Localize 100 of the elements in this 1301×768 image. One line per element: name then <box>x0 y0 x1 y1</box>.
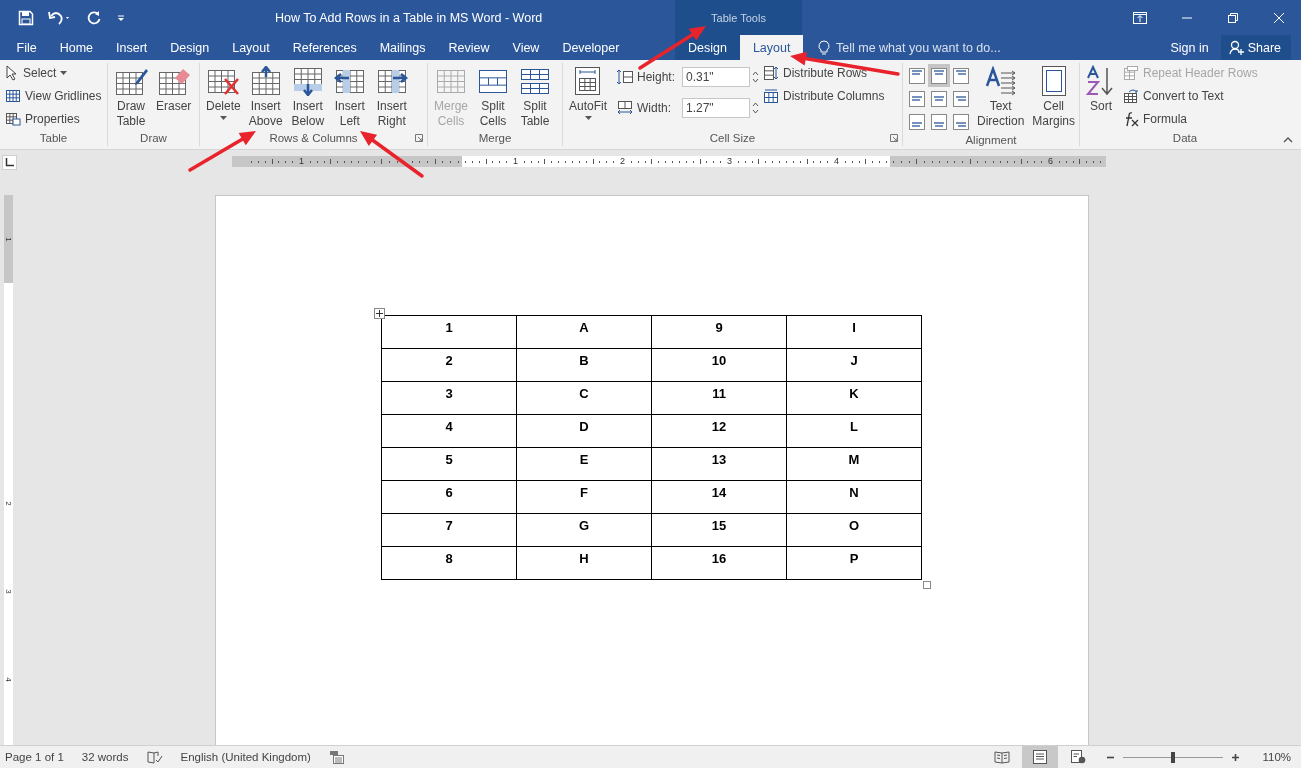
print-layout-button[interactable] <box>1022 746 1059 768</box>
spin-arrows-icon[interactable] <box>752 70 759 84</box>
align-icon <box>931 113 947 130</box>
proofing-icon[interactable] <box>146 750 163 764</box>
macro-icon[interactable] <box>328 750 344 764</box>
ribbon-button[interactable]: Distribute Columns <box>761 86 887 106</box>
table-resize-handle[interactable] <box>923 581 931 589</box>
save-icon[interactable] <box>18 9 34 26</box>
redo-icon[interactable] <box>86 9 102 26</box>
formula-icon <box>1123 111 1139 127</box>
language-status[interactable]: English (United Kingdom) <box>180 751 311 763</box>
ribbon-button[interactable]: Eraser <box>153 63 195 115</box>
ribbon-button[interactable]: Delete <box>203 63 244 121</box>
ruler-number: 6 <box>1047 157 1053 166</box>
ribbon-button[interactable]: Cell Margins <box>1029 63 1079 130</box>
table-cell: 15 <box>651 513 787 547</box>
ribbon-button[interactable]: Insert Above <box>245 63 286 130</box>
ribbon-button[interactable]: Split Cells <box>473 63 513 130</box>
distribute-rows-icon <box>763 65 779 81</box>
ribbon-tab[interactable]: Design <box>675 35 740 60</box>
table-cell: J <box>786 348 922 382</box>
ribbon-button[interactable]: Convert to Text <box>1121 86 1260 106</box>
cursor-icon <box>5 65 19 81</box>
align-icon <box>909 90 925 107</box>
zoom-in-icon[interactable] <box>1231 752 1241 762</box>
page-count[interactable]: Page 1 of 1 <box>5 751 64 763</box>
table-cell: B <box>516 348 652 382</box>
ribbon-button[interactable]: Distribute Rows <box>761 63 887 83</box>
ribbon-tab[interactable]: Mailings <box>368 35 437 60</box>
ruler-number: 4 <box>833 157 839 166</box>
table-cell: 11 <box>651 381 787 415</box>
ribbon-button[interactable]: Properties <box>3 109 104 129</box>
ribbon-tab[interactable]: Layout <box>220 35 282 60</box>
field-label: Height: <box>637 70 677 84</box>
column-width-icon <box>616 99 634 117</box>
convert-icon <box>1123 88 1139 104</box>
ribbon-button[interactable]: Sort <box>1083 63 1119 115</box>
ribbon-button[interactable]: Insert Left <box>329 63 370 130</box>
ruler-number: 1 <box>298 157 304 166</box>
tab-selector[interactable] <box>2 155 17 170</box>
ribbon-tab[interactable]: Design <box>158 35 221 60</box>
table-cell: 8 <box>381 546 517 580</box>
table-cell: D <box>516 414 652 448</box>
ribbon-tab[interactable]: Developer <box>550 35 631 60</box>
arrow <box>360 131 424 178</box>
spin-field[interactable]: 0.31" <box>682 67 750 87</box>
align-button[interactable] <box>928 64 950 87</box>
table-cell: P <box>786 546 922 580</box>
group-label: Data <box>1172 132 1198 144</box>
word-count[interactable]: 32 words <box>81 751 129 763</box>
collapse-icon[interactable] <box>1283 137 1293 143</box>
ribbon-tab[interactable]: View <box>501 35 551 60</box>
ribbon-display-icon[interactable] <box>1133 11 1147 24</box>
ribbon-button[interactable]: View Gridlines <box>3 86 104 106</box>
table-cell: 10 <box>651 348 787 382</box>
ribbon-button[interactable]: Select <box>3 63 104 83</box>
cell-margins-icon <box>1039 64 1068 97</box>
table-cell: 1 <box>381 315 517 349</box>
table-cell: 13 <box>651 447 787 481</box>
share-button[interactable]: Share <box>1220 35 1291 60</box>
caret-icon <box>60 71 68 75</box>
dialog-launcher-icon[interactable] <box>415 134 423 142</box>
ribbon-button[interactable]: Insert Right <box>371 63 412 130</box>
row-height-icon <box>616 68 634 86</box>
ribbon-tab[interactable]: Review <box>437 35 501 60</box>
ribbon-tab[interactable]: References <box>281 35 369 60</box>
ribbon-button[interactable]: Draw Table <box>111 63 151 130</box>
table-cell: A <box>516 315 652 349</box>
ribbon-tab[interactable]: File <box>5 35 49 60</box>
table-cell: H <box>516 546 652 580</box>
sign-in-link[interactable]: Sign in <box>1170 35 1221 60</box>
zoom-level[interactable]: 110% <box>1262 751 1291 763</box>
spin-arrows-icon[interactable] <box>752 101 759 115</box>
ribbon-button[interactable]: AutoFit <box>566 63 610 121</box>
table-cell: E <box>516 447 652 481</box>
dialog-launcher-icon[interactable] <box>890 134 898 142</box>
tell-me-field[interactable]: Tell me what you want to do... <box>836 40 1026 55</box>
table-move-handle[interactable] <box>374 308 385 319</box>
align-icon <box>953 90 969 107</box>
group-label: Table <box>39 132 68 144</box>
restore-icon[interactable] <box>1227 11 1239 24</box>
table-cell: O <box>786 513 922 547</box>
close-icon[interactable] <box>1273 11 1285 24</box>
align-icon <box>909 67 925 84</box>
ribbon-button[interactable]: Formula <box>1121 109 1260 129</box>
spin-field[interactable]: 1.27" <box>682 98 750 118</box>
ribbon-button[interactable]: Text Direction <box>974 63 1028 130</box>
align-icon <box>909 113 925 130</box>
ribbon-tab[interactable]: Home <box>48 35 105 60</box>
ribbon-button[interactable]: Split Table <box>515 63 555 130</box>
distribute-columns-icon <box>763 88 779 104</box>
undo-icon[interactable] <box>48 9 72 26</box>
customize-icon[interactable] <box>116 12 126 23</box>
table-cell: F <box>516 480 652 514</box>
ruler-number: 4 <box>4 676 13 682</box>
ribbon-tab[interactable]: Layout <box>739 35 804 60</box>
ribbon-button[interactable]: Insert Below <box>287 63 328 130</box>
ruler-number: 1 <box>512 157 518 166</box>
ribbon-tab[interactable]: Insert <box>104 35 159 60</box>
table-cell: 14 <box>651 480 787 514</box>
